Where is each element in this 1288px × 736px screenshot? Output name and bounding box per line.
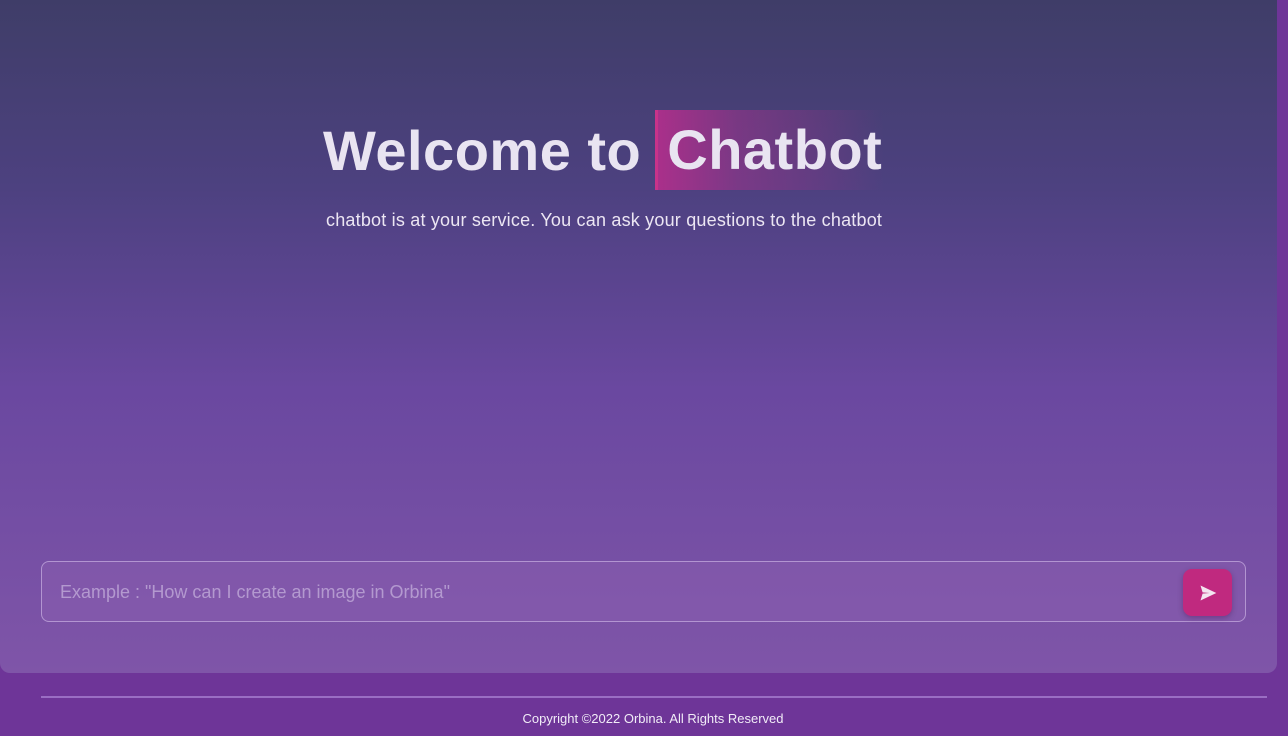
send-button[interactable] bbox=[1183, 569, 1232, 616]
chat-input-bar bbox=[41, 561, 1246, 623]
chat-panel: Welcome to Chatbot chatbot is at your se… bbox=[0, 0, 1277, 673]
hero-subtitle: chatbot is at your service. You can ask … bbox=[326, 210, 883, 230]
chat-input[interactable] bbox=[58, 562, 1172, 623]
hero-title-highlight: Chatbot bbox=[655, 110, 885, 190]
send-icon bbox=[1200, 585, 1216, 600]
hero-title: Welcome to Chatbot bbox=[323, 110, 885, 190]
hero-title-prefix: Welcome to bbox=[323, 118, 642, 182]
footer-copyright: Copyright ©2022 Orbina. All Rights Reser… bbox=[522, 711, 784, 726]
footer-divider bbox=[41, 696, 1267, 698]
